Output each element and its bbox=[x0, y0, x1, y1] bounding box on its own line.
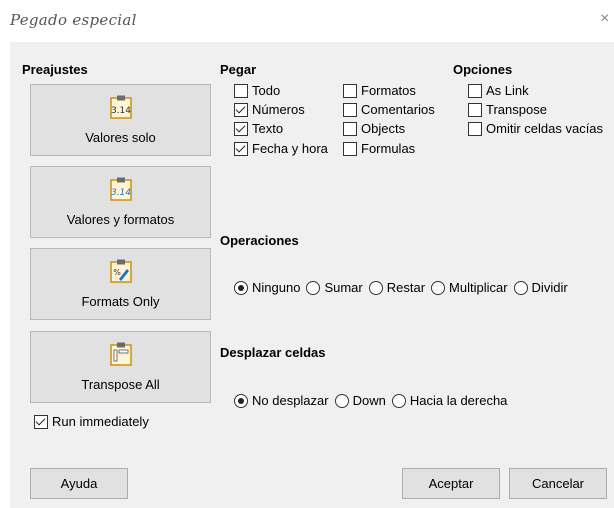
option-transpose-checkbox[interactable]: Transpose bbox=[468, 102, 547, 117]
preset-label: Transpose All bbox=[81, 377, 160, 392]
paste-transpose-icon bbox=[110, 342, 132, 366]
checkbox-box[interactable] bbox=[34, 414, 48, 429]
cancel-button[interactable]: Cancelar bbox=[509, 468, 607, 499]
paste-comments-checkbox[interactable]: Comentarios bbox=[343, 102, 435, 117]
option-as-link-checkbox[interactable]: As Link bbox=[468, 83, 529, 98]
radio-dot[interactable] bbox=[391, 393, 406, 408]
checkbox-label: Transpose bbox=[486, 102, 547, 117]
operation-multiply-radio[interactable]: Multiplicar bbox=[431, 280, 508, 295]
preset-transpose-all-button[interactable]: Transpose All bbox=[30, 331, 211, 403]
paste-numbers-checkbox[interactable]: Números bbox=[234, 102, 305, 117]
checkbox-box[interactable] bbox=[468, 121, 482, 136]
checkbox-box[interactable] bbox=[234, 141, 248, 156]
checkbox-label: Formulas bbox=[361, 141, 416, 156]
radio-label: Restar bbox=[386, 280, 426, 295]
operation-add-radio[interactable]: Sumar bbox=[306, 280, 363, 295]
shift-radio-group: No desplazar Down Hacia la derecha bbox=[234, 393, 513, 408]
operations-radio-group: Ninguno Sumar Restar Multiplicar Dividir bbox=[234, 280, 574, 295]
paste-heading: Pegar bbox=[220, 62, 257, 77]
paste-objects-checkbox[interactable]: Objects bbox=[343, 121, 405, 136]
checkbox-box[interactable] bbox=[234, 102, 248, 117]
preset-label: Valores y formatos bbox=[66, 212, 175, 227]
paste-text-checkbox[interactable]: Texto bbox=[234, 121, 283, 136]
checkbox-label: Texto bbox=[252, 121, 284, 136]
radio-label: Ninguno bbox=[252, 280, 301, 295]
paste-formats-icon: % bbox=[110, 259, 132, 283]
radio-dot[interactable] bbox=[513, 280, 528, 295]
checkbox-box[interactable] bbox=[343, 102, 357, 117]
paste-datetime-checkbox[interactable]: Fecha y hora bbox=[234, 141, 328, 156]
checkbox-label: Números bbox=[252, 102, 305, 117]
preset-values-formats-button[interactable]: 3.14 Valores y formatos bbox=[30, 166, 211, 238]
operations-heading: Operaciones bbox=[220, 233, 299, 248]
checkbox-label: Comentarios bbox=[361, 102, 435, 117]
operation-divide-radio[interactable]: Dividir bbox=[513, 280, 568, 295]
preset-label: Valores solo bbox=[85, 130, 156, 145]
operation-subtract-radio[interactable]: Restar bbox=[368, 280, 426, 295]
radio-dot[interactable] bbox=[431, 280, 446, 295]
radio-label: Sumar bbox=[324, 280, 363, 295]
radio-dot[interactable] bbox=[234, 280, 248, 295]
option-skip-empty-checkbox[interactable]: Omitir celdas vacías bbox=[468, 121, 603, 136]
checkbox-label: Omitir celdas vacías bbox=[486, 121, 604, 136]
radio-label: Down bbox=[352, 393, 386, 408]
radio-dot[interactable] bbox=[306, 280, 321, 295]
checkbox-label: Objects bbox=[361, 121, 406, 136]
svg-text:3.14: 3.14 bbox=[111, 106, 131, 116]
preset-label: Formats Only bbox=[81, 294, 160, 309]
checkbox-label: Fecha y hora bbox=[252, 141, 328, 156]
checkbox-box[interactable] bbox=[468, 102, 482, 117]
radio-label: No desplazar bbox=[252, 393, 329, 408]
radio-label: Hacia la derecha bbox=[409, 393, 508, 408]
close-icon[interactable]: × bbox=[600, 10, 609, 28]
shift-down-radio[interactable]: Down bbox=[334, 393, 386, 408]
run-immediately-checkbox[interactable]: Run immediately bbox=[34, 414, 149, 429]
shift-none-radio[interactable]: No desplazar bbox=[234, 393, 329, 408]
help-button[interactable]: Ayuda bbox=[30, 468, 128, 499]
shift-heading: Desplazar celdas bbox=[220, 345, 326, 360]
window-title: Pegado especial bbox=[10, 11, 137, 29]
options-heading: Opciones bbox=[453, 62, 513, 77]
operation-none-radio[interactable]: Ninguno bbox=[234, 280, 300, 295]
checkbox-label: As Link bbox=[486, 83, 529, 98]
svg-text:%: % bbox=[113, 268, 121, 277]
radio-dot[interactable] bbox=[234, 393, 248, 408]
paste-values-formats-icon: 3.14 bbox=[110, 177, 132, 201]
radio-label: Dividir bbox=[531, 280, 568, 295]
checkbox-box[interactable] bbox=[343, 121, 357, 136]
checkbox-label: Formatos bbox=[361, 83, 416, 98]
paste-values-icon: 3.14 bbox=[110, 95, 132, 119]
radio-dot[interactable] bbox=[368, 280, 383, 295]
preset-values-only-button[interactable]: 3.14 Valores solo bbox=[30, 84, 211, 156]
run-immediately-label: Run immediately bbox=[52, 414, 149, 429]
paste-all-checkbox[interactable]: Todo bbox=[234, 83, 280, 98]
checkbox-box[interactable] bbox=[343, 83, 357, 98]
radio-label: Multiplicar bbox=[449, 280, 508, 295]
checkbox-box[interactable] bbox=[343, 141, 357, 156]
title-bar: Pegado especial × bbox=[0, 0, 614, 42]
radio-dot[interactable] bbox=[334, 393, 349, 408]
checkbox-label: Todo bbox=[252, 83, 281, 98]
checkbox-box[interactable] bbox=[234, 121, 248, 136]
paste-formulas-checkbox[interactable]: Formulas bbox=[343, 141, 415, 156]
paste-formats-checkbox[interactable]: Formatos bbox=[343, 83, 416, 98]
presets-heading: Preajustes bbox=[22, 62, 88, 77]
svg-text:3.14: 3.14 bbox=[111, 188, 131, 198]
checkbox-box[interactable] bbox=[234, 83, 248, 98]
ok-button[interactable]: Aceptar bbox=[402, 468, 500, 499]
checkbox-box[interactable] bbox=[468, 83, 482, 98]
shift-right-radio[interactable]: Hacia la derecha bbox=[391, 393, 508, 408]
preset-formats-only-button[interactable]: % Formats Only bbox=[30, 248, 211, 320]
